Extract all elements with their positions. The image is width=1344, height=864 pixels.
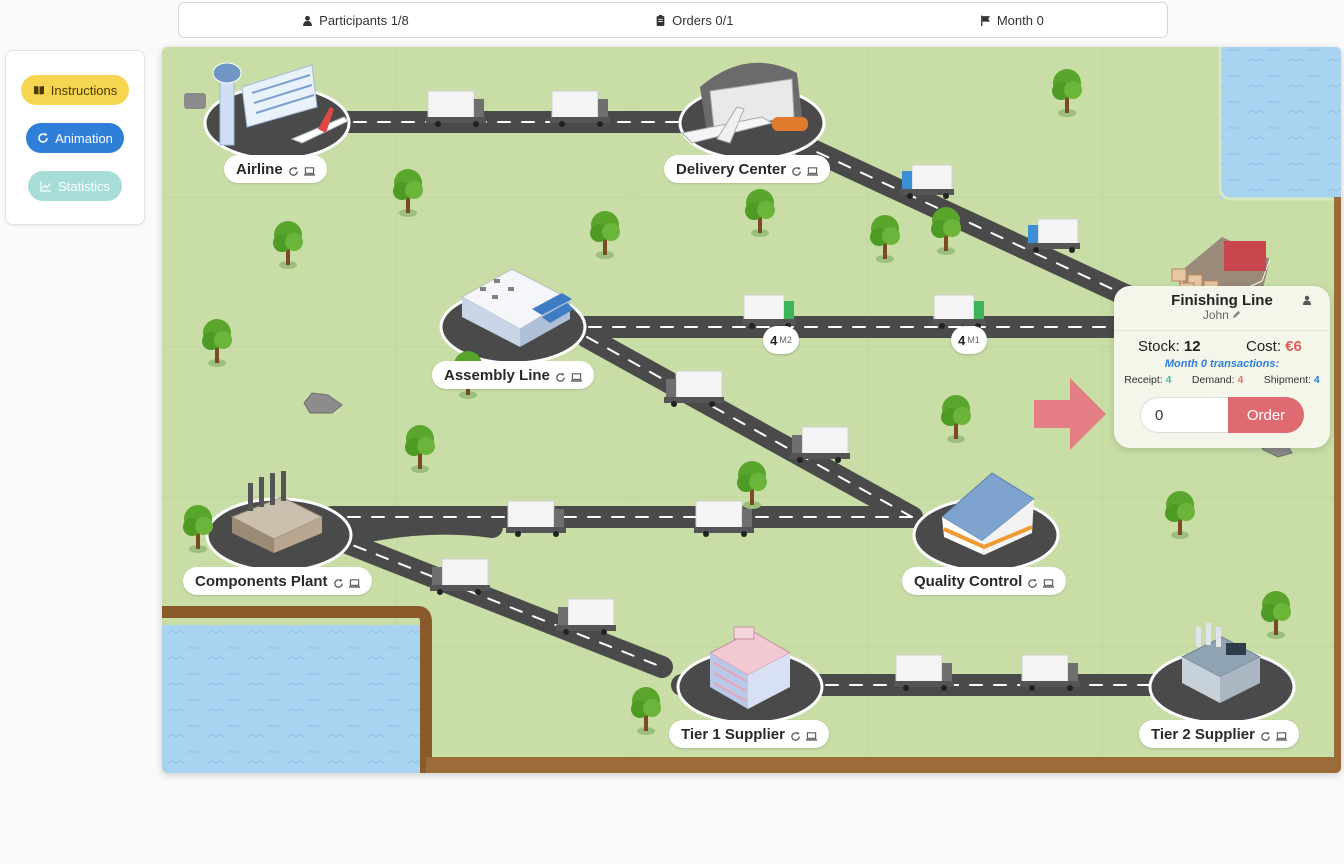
station-label-delivery-center[interactable]: Delivery Center (664, 155, 831, 183)
control-panel: Instructions Animation Statistics (5, 50, 145, 225)
stock-readout: Stock: 12 (1138, 338, 1201, 355)
receipt-item: Receipt: 4 (1124, 374, 1171, 386)
arrow-right-icon (1034, 378, 1106, 450)
station-name: Tier 1 Supplier (681, 725, 785, 743)
finishing-line-panel: Finishing Line John Stock: 12 Cost: €6 M… (1114, 286, 1330, 448)
statistics-button[interactable]: Statistics (28, 171, 122, 201)
stock-value: 12 (1183, 338, 1201, 355)
receipt-value: 4 (1165, 374, 1172, 386)
station-label-components-plant[interactable]: Components Plant (183, 567, 372, 595)
cost-readout: Cost: €6 (1246, 338, 1302, 355)
shipment-badge-m2: 4 M2 (763, 326, 799, 354)
stock-label: Stock: (1138, 338, 1180, 355)
panel-title: Finishing Line (1171, 292, 1273, 309)
order-quantity-input[interactable] (1140, 397, 1228, 433)
shipment-count: 4 (958, 332, 966, 348)
transactions-row: Receipt: 4 Demand: 4 Shipment: 4 (1114, 374, 1330, 386)
refresh-icon (555, 370, 566, 382)
refresh-icon (1027, 576, 1038, 588)
shipment-count: 4 (770, 332, 778, 348)
station-label-airline[interactable]: Airline (224, 155, 327, 183)
computer-icon (1043, 576, 1055, 588)
receipt-label: Receipt: (1124, 374, 1163, 386)
orders-stat: Orders 0/1 (655, 12, 734, 28)
refresh-icon (791, 164, 802, 176)
station-name: Components Plant (195, 572, 328, 590)
demand-item: Demand: 4 (1192, 374, 1243, 386)
computer-icon (1275, 729, 1287, 741)
transactions-heading: Month 0 transactions: (1164, 358, 1280, 370)
participants-count: Participants 1/8 (319, 12, 409, 28)
station-label-tier2-supplier[interactable]: Tier 2 Supplier (1139, 720, 1299, 748)
station-name: Airline (236, 160, 283, 178)
station-name: Delivery Center (676, 160, 787, 178)
participants-stat: Participants 1/8 (302, 13, 409, 28)
month-value: Month 0 (996, 12, 1044, 28)
refresh-icon (790, 729, 801, 741)
cost-label: Cost: (1246, 338, 1282, 355)
clipboard-icon (656, 14, 665, 26)
station-name: Assembly Line (444, 366, 550, 384)
station-label-quality-control[interactable]: Quality Control (902, 567, 1067, 595)
refresh-icon (38, 132, 48, 143)
station-name: Quality Control (914, 572, 1023, 590)
cost-value: €6 (1285, 338, 1302, 355)
book-icon (33, 86, 44, 95)
player-name-row[interactable]: John (1114, 308, 1330, 322)
instructions-button[interactable]: Instructions (21, 75, 129, 105)
status-bar: Participants 1/8 Orders 0/1 Month 0 (178, 2, 1168, 38)
refresh-icon (288, 164, 299, 176)
shipment-tag: M2 (779, 335, 792, 345)
instructions-label: Instructions (50, 82, 118, 98)
shipment-value: 4 (1313, 374, 1320, 386)
person-icon (303, 15, 313, 26)
demand-label: Demand: (1191, 374, 1235, 386)
shipment-label: Shipment: (1263, 374, 1311, 386)
flag-icon (980, 15, 990, 26)
refresh-icon (333, 576, 344, 588)
shipment-tag: M1 (967, 335, 980, 345)
chart-icon (40, 181, 51, 192)
station-label-tier1-supplier[interactable]: Tier 1 Supplier (669, 720, 829, 748)
computer-icon (807, 164, 819, 176)
player-name: John (1202, 308, 1229, 322)
shipment-item: Shipment: 4 (1264, 374, 1320, 386)
station-name: Tier 2 Supplier (1151, 725, 1255, 743)
statistics-label: Statistics (57, 178, 110, 194)
animation-label: Animation (55, 130, 113, 146)
shipment-badge-m1: 4 M1 (951, 326, 987, 354)
person-icon (1303, 295, 1311, 305)
animation-button[interactable]: Animation (26, 123, 124, 153)
orders-count: Orders 0/1 (672, 12, 734, 28)
computer-icon (570, 370, 582, 382)
month-stat: Month 0 (980, 13, 1044, 28)
station-label-assembly-line[interactable]: Assembly Line (432, 361, 594, 389)
refresh-icon (1260, 729, 1271, 741)
pencil-icon[interactable] (1232, 310, 1241, 319)
order-button[interactable]: Order (1228, 397, 1304, 433)
demand-value: 4 (1237, 374, 1244, 386)
computer-icon (303, 164, 315, 176)
computer-icon (805, 729, 817, 741)
divider (1114, 330, 1330, 331)
computer-icon (348, 576, 360, 588)
